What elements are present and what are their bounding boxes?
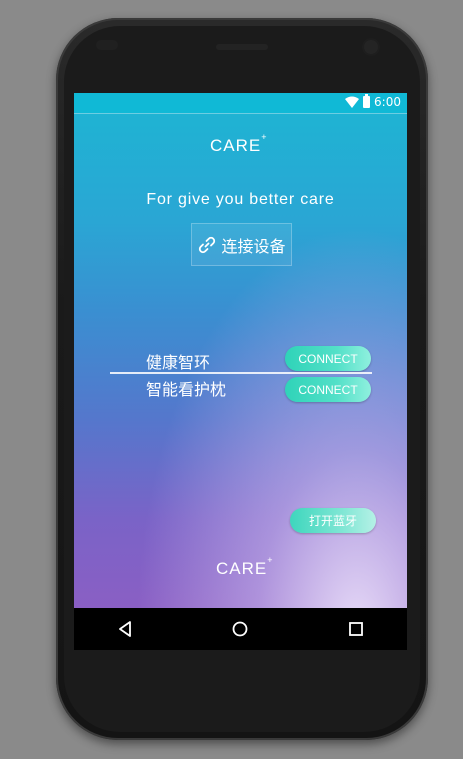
battery-icon [363,94,371,108]
device-divider [110,372,372,374]
screen: 6:00 CARE+ For give you better care 连接设备… [74,93,407,650]
header-logo: CARE+ [210,132,268,156]
recents-icon[interactable] [346,619,366,639]
main-content: CARE+ For give you better care 连接设备 健康智环… [74,113,407,608]
connect-bracelet-button[interactable]: CONNECT [285,346,371,371]
back-icon[interactable] [115,619,135,639]
status-bar: 6:00 [74,93,407,113]
sensor [96,40,118,50]
connect-pillow-button[interactable]: CONNECT [285,377,371,402]
footer-logo-mark: + [267,555,274,566]
logo-text: CARE [210,136,262,155]
connect-device-label: 连接设备 [221,236,286,256]
link-icon [199,236,216,253]
connect-device-button[interactable]: 连接设备 [191,223,292,266]
device-name-bracelet: 健康智环 [146,353,211,372]
front-camera [364,40,378,54]
wifi-icon [345,96,360,108]
navigation-bar [74,608,407,650]
logo-mark: + [261,132,268,143]
open-bluetooth-button[interactable]: 打开蓝牙 [290,508,376,533]
tagline: For give you better care [146,191,335,208]
footer-logo: CARE+ [216,555,274,579]
home-icon[interactable] [230,619,250,639]
earpiece [216,44,268,50]
status-time: 6:00 [374,95,401,109]
device-name-pillow: 智能看护枕 [146,380,227,399]
top-divider [74,113,407,114]
footer-logo-text: CARE [216,559,268,578]
